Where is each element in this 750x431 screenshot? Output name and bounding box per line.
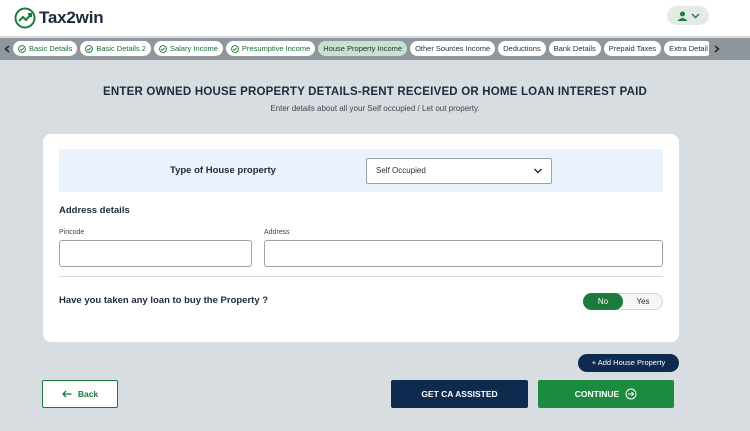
arrow-left-icon xyxy=(61,390,72,398)
continue-button[interactable]: CONTINUE xyxy=(538,380,674,408)
property-type-row: Type of House property Self Occupied xyxy=(59,149,663,192)
page-title: ENTER OWNED HOUSE PROPERTY DETAILS-RENT … xyxy=(102,86,648,98)
top-header: Tax2win xyxy=(0,0,750,36)
user-icon xyxy=(677,11,687,21)
tab-label: Presumptive Income xyxy=(241,44,311,53)
back-label: Back xyxy=(77,389,99,399)
tab-label: Bank Details xyxy=(553,44,596,53)
back-button[interactable]: Back xyxy=(42,380,118,408)
loan-question: Have you taken any loan to buy the Prope… xyxy=(59,295,269,306)
tab-item[interactable]: Prepaid Taxes xyxy=(603,41,662,56)
page-subtitle: Enter details about all your Self occupi… xyxy=(270,104,480,113)
tab-item[interactable]: Deductions xyxy=(498,41,546,56)
check-circle-icon xyxy=(18,44,26,53)
tab-label: Basic Details 2 xyxy=(96,44,146,53)
user-menu-button[interactable] xyxy=(667,6,709,25)
tab-list: Basic Details Basic Details 2 Salary Incom… xyxy=(13,41,709,57)
pincode-input[interactable] xyxy=(59,240,252,267)
check-circle-icon xyxy=(85,44,94,53)
tab-label: Prepaid Taxes xyxy=(608,44,657,53)
arrow-right-circle-icon xyxy=(625,388,637,400)
ca-assisted-label: GET CA ASSISTED xyxy=(421,389,498,399)
logo-text: Tax2win xyxy=(39,8,104,27)
get-ca-assisted-button[interactable]: GET CA ASSISTED xyxy=(391,380,528,408)
house-property-card: Type of House property Self Occupied Add… xyxy=(43,134,679,342)
check-circle-icon xyxy=(159,44,167,53)
add-house-property-button[interactable]: + Add House Property xyxy=(578,354,679,372)
continue-label: CONTINUE xyxy=(574,389,620,399)
progress-tab-bar: Basic Details Basic Details 2 Salary Incom… xyxy=(0,38,750,60)
address-heading: Address details xyxy=(59,205,130,216)
tabs-scroll-right-icon[interactable] xyxy=(710,38,724,60)
property-type-select[interactable]: Self Occupied xyxy=(366,158,552,184)
tab-item[interactable]: Extra Detail xyxy=(664,41,709,56)
tabs-scroll-left-icon[interactable] xyxy=(0,38,14,60)
tab-label: Deductions xyxy=(503,44,541,53)
loan-yes-option[interactable]: Yes xyxy=(624,294,662,309)
tab-item[interactable]: Basic Details 2 xyxy=(80,41,151,56)
loan-no-option[interactable]: No xyxy=(583,293,623,310)
pincode-label: Pincode xyxy=(59,229,85,236)
tab-item[interactable]: Salary Income xyxy=(153,41,223,56)
tab-item[interactable]: House Property Income xyxy=(318,41,408,56)
logo-mark-icon xyxy=(14,7,36,29)
tab-label: Extra Detail xyxy=(669,44,708,53)
tab-label: House Property Income xyxy=(323,44,403,53)
tab-label: Salary Income xyxy=(169,44,218,53)
tab-label: Other Sources Income xyxy=(415,44,491,53)
address-label: Address xyxy=(264,229,290,236)
loan-toggle: No Yes xyxy=(583,293,663,310)
property-type-value: Self Occupied xyxy=(376,166,426,175)
tab-item[interactable]: Presumptive Income xyxy=(225,41,316,56)
logo[interactable]: Tax2win xyxy=(14,7,104,29)
check-circle-icon xyxy=(231,44,239,53)
tab-item[interactable]: Bank Details xyxy=(548,41,601,56)
chevron-down-icon xyxy=(691,13,699,18)
divider xyxy=(59,276,663,277)
tab-label: Basic Details xyxy=(29,44,73,53)
tab-item[interactable]: Basic Details xyxy=(13,41,78,56)
address-input[interactable] xyxy=(264,240,663,267)
property-type-label: Type of House property xyxy=(170,165,276,176)
chevron-down-icon xyxy=(534,168,542,174)
tab-item[interactable]: Other Sources Income xyxy=(410,41,496,56)
